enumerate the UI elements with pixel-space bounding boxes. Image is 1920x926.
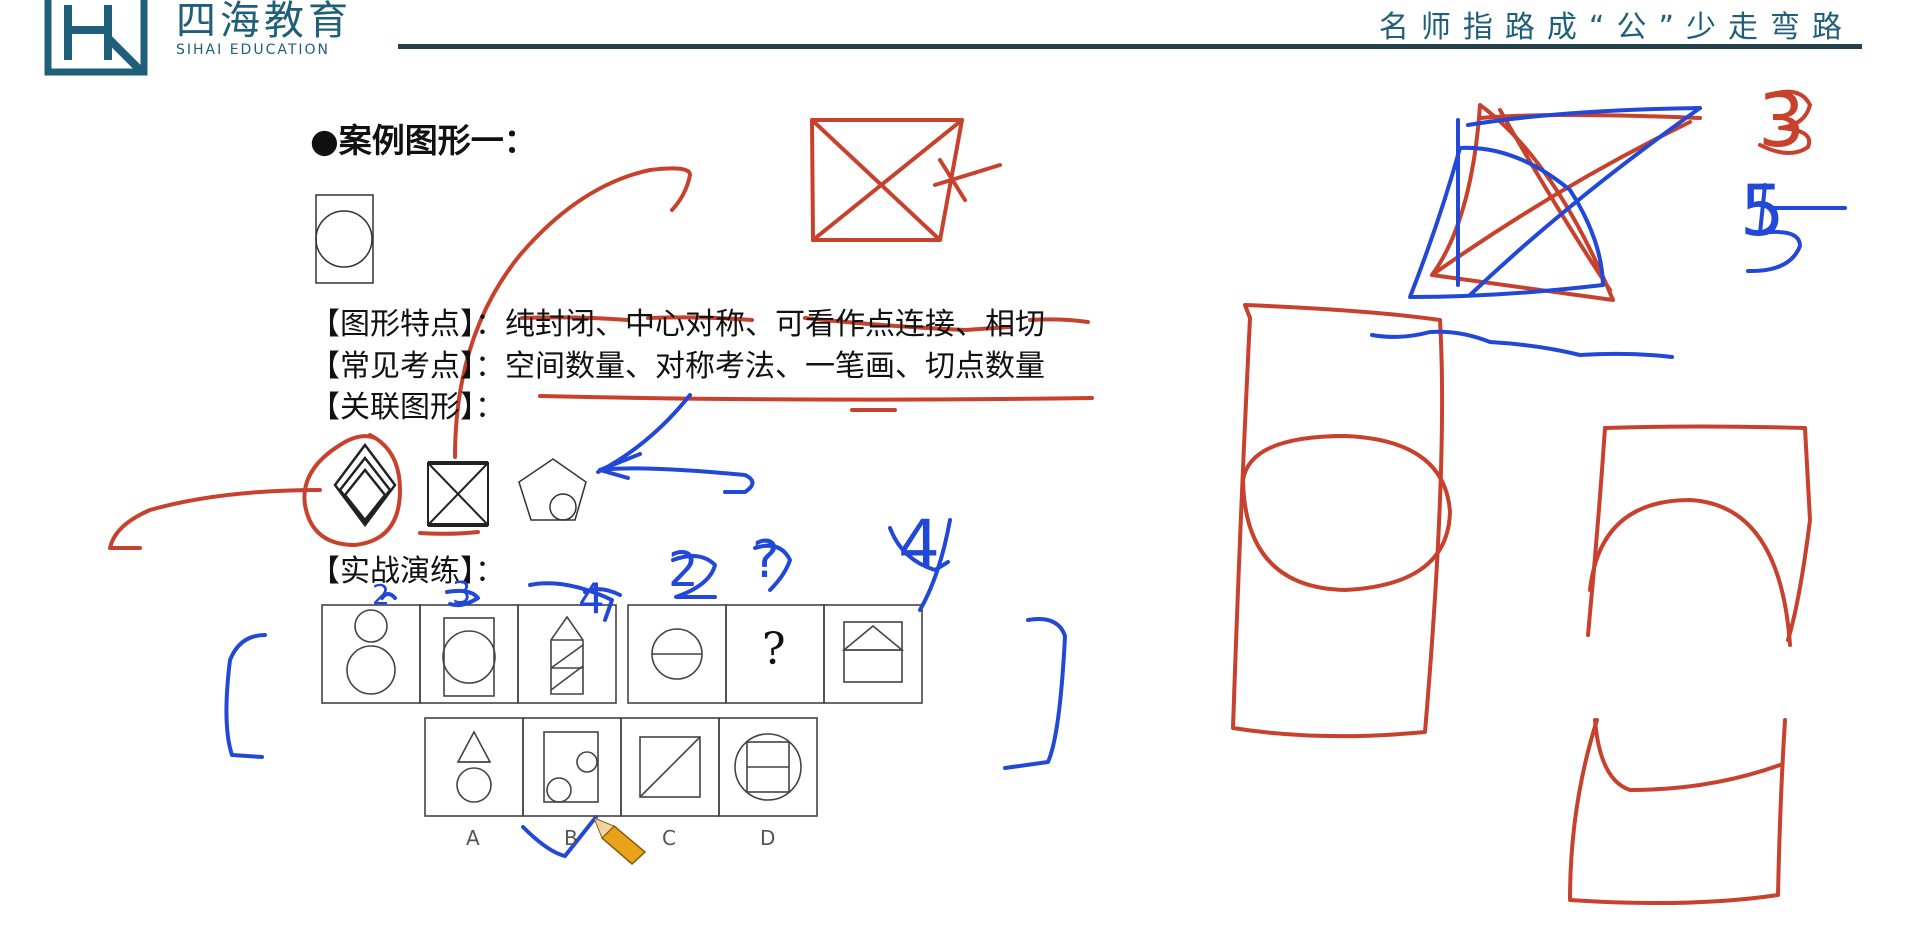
question-row — [321, 604, 923, 704]
case-heading: ●案例图形一： — [310, 121, 537, 160]
logo-subtext: SIHAI EDUCATION — [176, 42, 331, 58]
handwritten-number: 5 — [1740, 170, 1785, 252]
option-label-a: A — [466, 826, 480, 850]
handwritten-number: ? — [752, 530, 780, 590]
slide-canvas — [44, 0, 1862, 906]
related-figure-pentagon — [518, 458, 587, 521]
option-label-d: D — [760, 826, 776, 850]
slogan: 名师指路成“公”少走弯路 — [1378, 10, 1854, 45]
option-label-c: C — [662, 826, 676, 850]
handwritten-number: 3 — [452, 576, 472, 611]
red-ink-annotations — [108, 89, 1812, 906]
features-line: 【图形特点】：纯封闭、中心对称、可看作点连接、相切 — [310, 307, 1045, 342]
logo-text: 四海教育 — [176, 0, 352, 44]
handwritten-number: 4 — [898, 506, 940, 583]
related-figure-box-x — [427, 461, 489, 527]
handwritten-number: 2 — [372, 578, 390, 611]
practice-line: 【实战演练】： — [310, 554, 505, 589]
question-mark: ? — [762, 624, 786, 675]
exam-points-line: 【常见考点】：空间数量、对称考法、一笔画、切点数量 — [310, 349, 1045, 384]
options-row — [424, 717, 818, 817]
handwritten-number: 2 — [668, 542, 699, 598]
pencil-cursor-icon — [593, 817, 647, 866]
related-figure-diamonds — [333, 442, 397, 528]
sample-figure — [315, 194, 374, 284]
option-label-b: B — [564, 826, 578, 850]
related-figures-line: 【关联图形】： — [310, 390, 505, 425]
handwritten-number: 3 — [1758, 78, 1806, 164]
handwritten-number: 4 — [578, 574, 605, 623]
logo-icon — [44, 0, 148, 76]
